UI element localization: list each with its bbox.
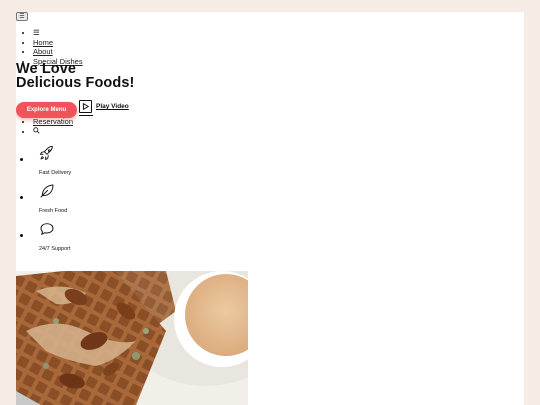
feature-label: 24/7 Support — [39, 246, 71, 252]
search-icon[interactable] — [33, 126, 40, 136]
rocket-icon — [39, 145, 55, 161]
feature-label: Fast Delivery — [39, 170, 72, 176]
feature-fast-delivery: Fast Delivery — [19, 145, 72, 183]
chat-bubble-icon — [39, 221, 55, 237]
nav-item-hamburger[interactable]: ☰ — [33, 28, 83, 38]
feature-label: Fresh Food — [39, 208, 68, 214]
explore-menu-button[interactable]: Explore Menu — [16, 102, 77, 118]
secondary-nav: Reservation — [16, 117, 73, 136]
hero-food-image — [16, 271, 248, 405]
nav-link-home[interactable]: Home — [33, 38, 53, 47]
play-video-link[interactable]: Play Video — [79, 100, 129, 117]
hamburger-icon[interactable]: ☰ — [33, 28, 40, 37]
play-icon[interactable] — [79, 100, 92, 113]
nav-item-search[interactable] — [33, 126, 73, 137]
play-video-label[interactable]: Play Video — [96, 103, 129, 110]
feature-support: 24/7 Support — [19, 221, 71, 259]
page-card: ☰ ☰ Home About Special Dishes We Love De… — [16, 12, 524, 405]
menu-toggle-button[interactable]: ☰ — [16, 12, 28, 21]
feature-fresh-food: Fresh Food — [19, 183, 71, 221]
hero-title-line1: We Love — [16, 61, 77, 77]
features-list: Fast Delivery Fresh Food 24/7 Support — [16, 145, 71, 259]
hero-title-line2: Delicious Foods! — [16, 75, 135, 91]
nav-item-reservation[interactable]: Reservation — [33, 117, 73, 127]
hero-title: We Love Delicious Foods! — [16, 61, 135, 91]
nav-link-about[interactable]: About — [33, 47, 53, 56]
nav-item-about[interactable]: About — [33, 47, 83, 57]
play-icon-underline — [79, 115, 93, 117]
nav-item-home[interactable]: Home — [33, 38, 83, 48]
nav-link-reservation[interactable]: Reservation — [33, 117, 73, 126]
leaf-icon — [39, 183, 55, 199]
